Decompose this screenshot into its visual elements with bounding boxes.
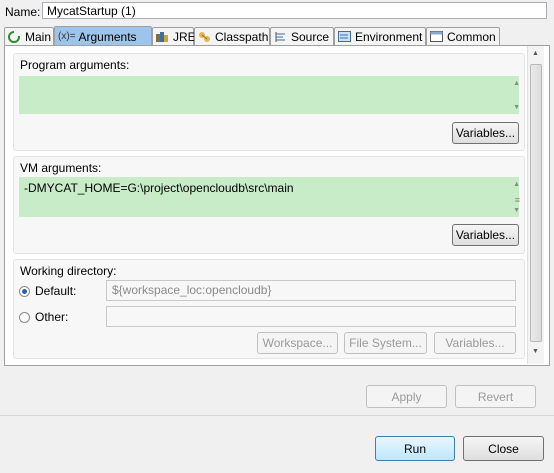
default-directory-field: ${workspace_loc:opencloudb} (106, 280, 516, 301)
program-arguments-textarea[interactable] (19, 76, 519, 114)
tab-jre[interactable]: JRE (152, 27, 196, 46)
tab-environment[interactable]: Environment (334, 27, 426, 46)
tab-label: JRE (173, 30, 196, 44)
working-directory-label: Working directory: (20, 264, 117, 278)
tab-label: Classpath (215, 30, 269, 44)
working-directory-group: Working directory: Default: ${workspace_… (13, 259, 525, 359)
vm-variables-button[interactable]: Variables... (452, 224, 519, 246)
classpath-icon (198, 31, 211, 43)
name-label: Name: (5, 5, 41, 19)
tab-label: Arguments (78, 29, 137, 44)
other-directory-radio[interactable] (19, 312, 30, 323)
other-directory-field[interactable] (106, 306, 516, 327)
configuration-name-input[interactable] (42, 2, 547, 19)
variable-icon: (x)= (58, 31, 76, 42)
program-arguments-group: Program arguments: ▲ ▼ Variables... (13, 53, 525, 151)
scroll-up-arrow-icon[interactable]: ▲ (513, 181, 520, 188)
tab-source[interactable]: Source (270, 27, 334, 46)
main-tab-icon (8, 31, 21, 43)
tab-label: Source (291, 30, 330, 44)
workspace-button[interactable]: Workspace... (257, 332, 338, 354)
tab-common[interactable]: Common (426, 27, 500, 46)
program-variables-button[interactable]: Variables... (452, 122, 519, 144)
tab-main[interactable]: Main (4, 27, 54, 46)
close-button[interactable]: Close (463, 436, 544, 461)
revert-button[interactable]: Revert (455, 385, 536, 408)
tab-label: Common (447, 30, 496, 44)
tab-arguments[interactable]: (x)= Arguments (54, 26, 152, 46)
directory-variables-button[interactable]: Variables... (434, 332, 516, 354)
jre-library-icon (156, 31, 169, 43)
tab-label: Main (25, 30, 52, 44)
scroll-down-arrow-icon[interactable]: ▼ (532, 348, 539, 355)
scrollbar-thumb[interactable] (530, 64, 542, 342)
apply-button[interactable]: Apply (366, 385, 447, 408)
environment-icon (338, 31, 351, 43)
scroll-grip-icon[interactable]: ≡ (515, 195, 520, 205)
panel-scrollbar[interactable]: ▲ ▼ (527, 46, 544, 364)
default-directory-label: Default: (35, 284, 77, 298)
vm-arguments-textarea[interactable]: -DMYCAT_HOME=G:\project\opencloudb\src\m… (19, 177, 519, 217)
separator (0, 415, 554, 416)
scroll-up-arrow-icon[interactable]: ▲ (513, 80, 520, 87)
scroll-up-arrow-icon[interactable]: ▲ (532, 50, 539, 57)
tab-label: Environment (355, 30, 423, 44)
other-directory-label: Other: (35, 310, 69, 324)
source-icon (274, 31, 287, 43)
arguments-panel: Program arguments: ▲ ▼ Variables... VM a… (4, 45, 550, 366)
scroll-down-arrow-icon[interactable]: ▼ (513, 104, 520, 111)
default-directory-radio[interactable] (19, 286, 30, 297)
tab-classpath[interactable]: Classpath (194, 27, 270, 46)
file-system-button[interactable]: File System... (344, 332, 427, 354)
vm-arguments-group: VM arguments: -DMYCAT_HOME=G:\project\op… (13, 156, 525, 254)
common-icon (430, 31, 443, 43)
vm-arguments-label: VM arguments: (20, 161, 102, 175)
scroll-down-arrow-icon[interactable]: ▼ (513, 207, 520, 214)
program-arguments-label: Program arguments: (20, 58, 130, 72)
run-button[interactable]: Run (375, 436, 455, 461)
